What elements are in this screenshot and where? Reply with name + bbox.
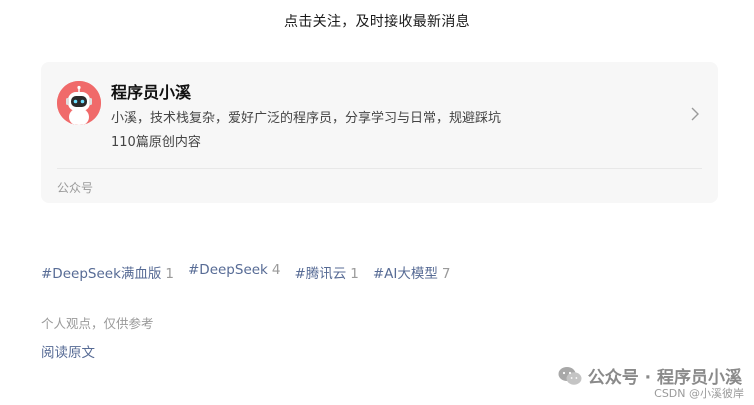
account-type-label: 公众号 [57, 181, 94, 195]
account-avatar [57, 81, 101, 125]
tag-label: #DeepSeek满血版 [41, 266, 162, 282]
account-description: 小溪，技术栈复杂，爱好广泛的程序员，分享学习与日常，规避踩坑 [111, 111, 502, 126]
follow-hint: 点击关注，及时接收最新消息 [284, 14, 470, 30]
wechat-icon [558, 366, 582, 385]
tag-count: 4 [271, 262, 281, 278]
card-divider [57, 168, 702, 169]
account-name: 程序员小溪 [111, 83, 192, 102]
tag-item[interactable]: #AI大模型 7 [373, 262, 451, 282]
tag-count: 1 [165, 266, 174, 282]
tag-label: #DeepSeek [187, 262, 268, 278]
tag-item[interactable]: #腾讯云 1 [294, 262, 358, 282]
tag-label: #腾讯云 [294, 266, 347, 282]
official-account-card[interactable]: 程序员小溪 小溪，技术栈复杂，爱好广泛的程序员，分享学习与日常，规避踩坑 110… [41, 62, 718, 203]
tag-count: 7 [441, 266, 451, 282]
article-footer: 点击关注，及时接收最新消息 程序员小溪 小溪，技术栈复杂，爱好广泛的程序员，分享… [0, 0, 754, 405]
tag-count: 1 [350, 266, 359, 282]
tag-item[interactable]: #DeepSeek 4 [188, 262, 280, 282]
tag-list: #DeepSeek满血版 1 #DeepSeek 4 #腾讯云 1 #AI大模型 7 [41, 262, 451, 282]
csdn-watermark: CSDN @小溪彼岸 [654, 387, 744, 400]
disclaimer-text: 个人观点，仅供参考 [41, 316, 154, 331]
robot-avatar-icon [57, 81, 101, 125]
tag-label: #AI大模型 [372, 266, 438, 282]
account-content-count: 110篇原创内容 [111, 135, 201, 150]
read-original-link[interactable]: 阅读原文 [41, 341, 95, 361]
chevron-right-icon [688, 106, 702, 122]
tag-item[interactable]: #DeepSeek满血版 1 [41, 262, 174, 282]
